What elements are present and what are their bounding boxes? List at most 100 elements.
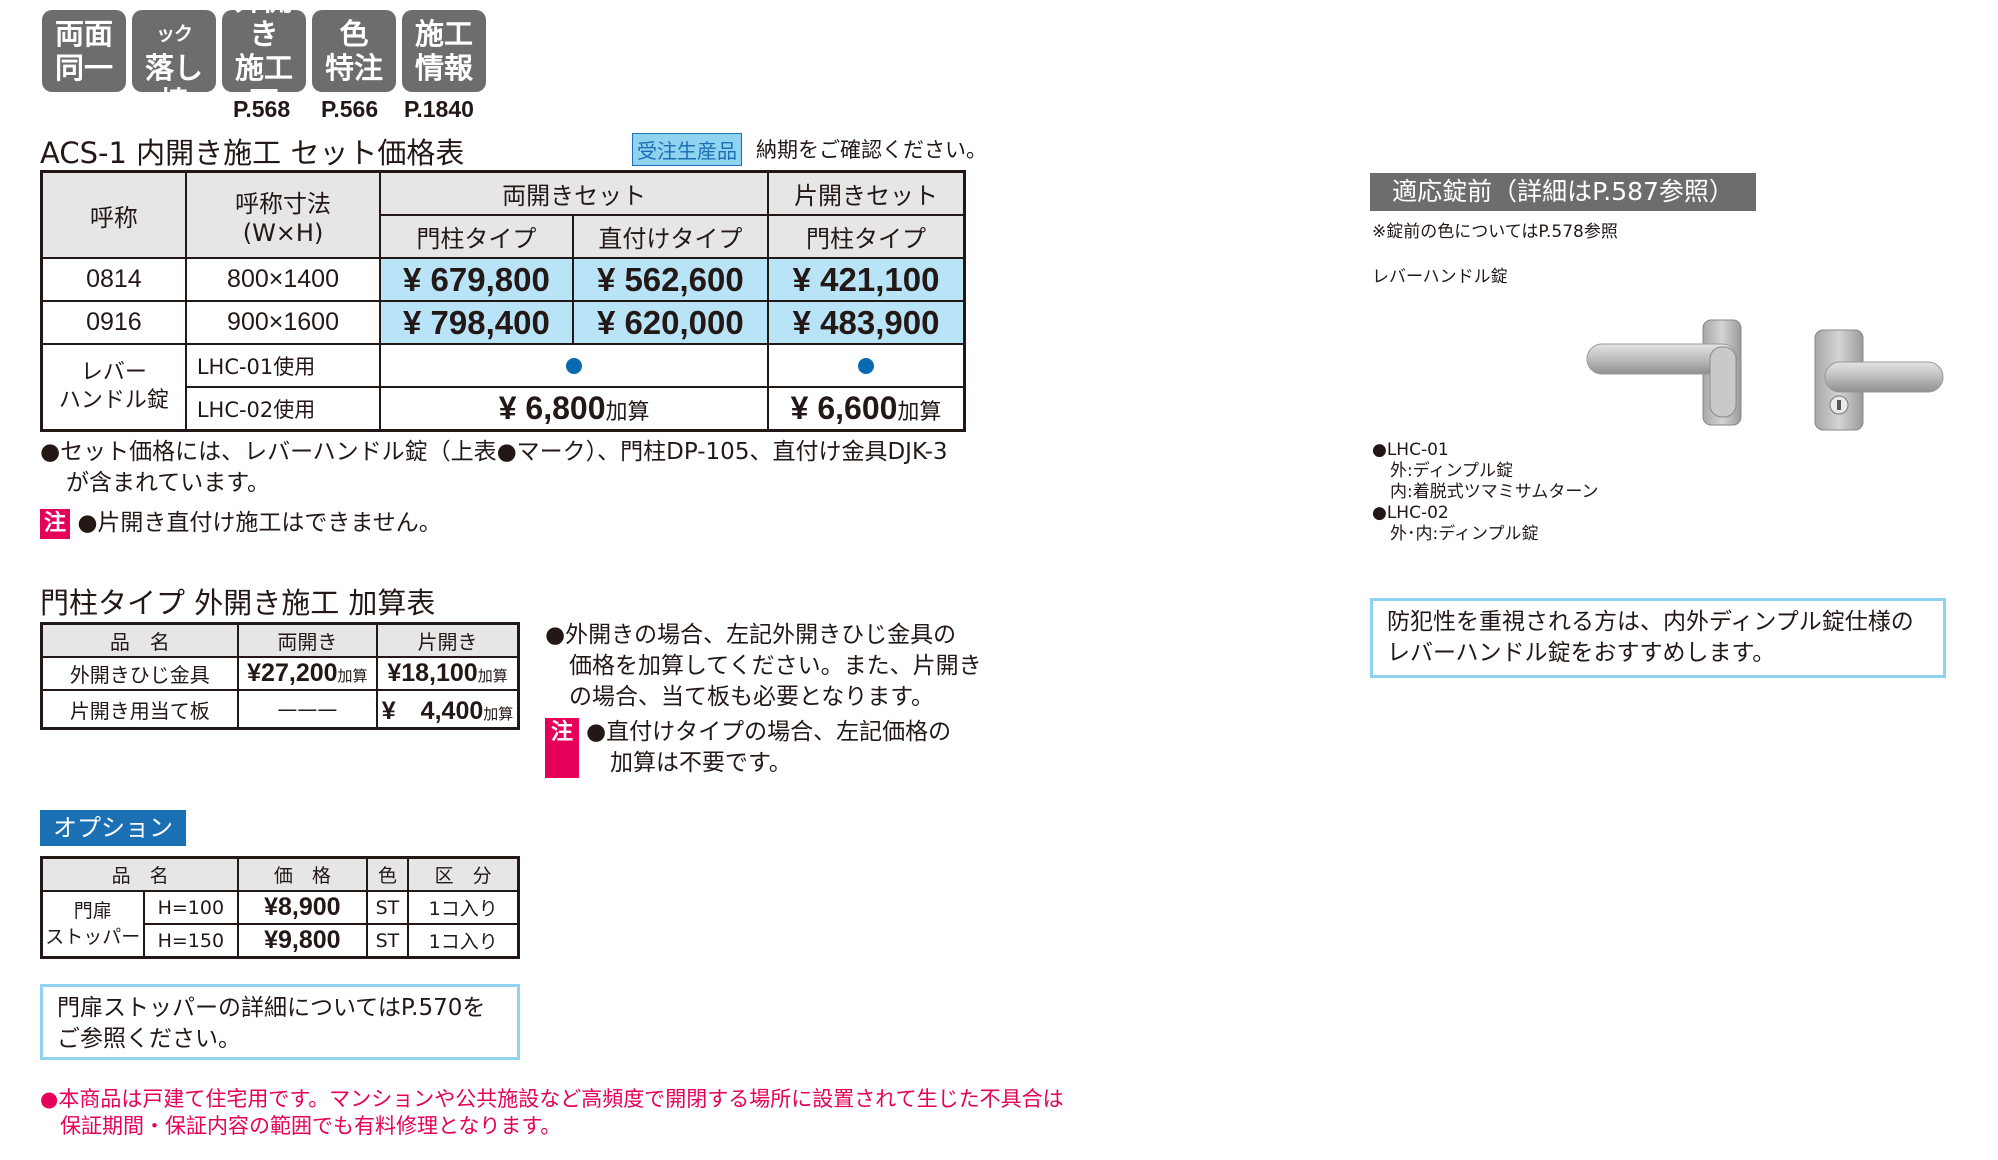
color: ST bbox=[365, 890, 410, 925]
delivery-note: 納期をご確認ください。 bbox=[756, 138, 987, 162]
table-row: 外開きひじ金具 ¥27,200加算 ¥18,100加算 bbox=[40, 656, 520, 691]
note-line: ●本商品は戸建て住宅用です。マンションや公共施設など高頻度で開閉する場所に設置さ… bbox=[40, 1087, 1064, 1111]
price-double-direct: ¥ 562,600 bbox=[571, 257, 770, 302]
item-name: 門扉 ストッパー bbox=[40, 890, 145, 959]
lhc01-double-included bbox=[379, 343, 770, 388]
kasan-label: 加算 bbox=[337, 667, 368, 685]
badge-both-sides: 両面 同一 bbox=[42, 10, 126, 92]
outward-note: ●外開きの場合、左記外開きひじ金具の 価格を加算してください。また、片開き の場… bbox=[545, 620, 985, 713]
header-size: 呼称寸法 (W×H) bbox=[184, 170, 382, 259]
included-dot-icon bbox=[566, 357, 583, 374]
header-direct-type: 直付けタイプ bbox=[571, 214, 770, 259]
badge-line2: 特注 bbox=[324, 51, 383, 85]
page-ref-construction[interactable]: P.1840 bbox=[404, 96, 474, 123]
note-line2: が含まれています。 bbox=[66, 470, 271, 496]
badge-outward-opening: 外開き 施工可 bbox=[222, 0, 306, 119]
lever-label-line2: ハンドル錠 bbox=[58, 388, 169, 413]
lever-handle-caption: レバーハンドル錠 bbox=[1372, 267, 1508, 287]
item-line2: ストッパー bbox=[45, 926, 141, 948]
badge-custom-color: 色 特注 bbox=[312, 10, 396, 92]
badge-line1: 色 bbox=[339, 17, 369, 51]
main-table-title: ACS-1 内開き施工 セット価格表 bbox=[40, 136, 465, 170]
box-line: 防犯性を重視される方は、内外ディンプル錠仕様の bbox=[1387, 609, 1914, 635]
color: ST bbox=[365, 923, 410, 959]
option-table: 品 名 価 格 色 区 分 門扉 ストッパー H=100 ¥8,900 ST 1… bbox=[40, 856, 520, 959]
caution-text: ●片開き直付け施工はできません。 bbox=[77, 510, 442, 536]
lever-handle-illustration bbox=[1586, 319, 1944, 431]
lhc02-title: ●LHC-02 bbox=[1372, 503, 1449, 523]
badge-line2: 情報 bbox=[414, 51, 473, 85]
spec: H=150 bbox=[142, 923, 240, 959]
kasan-label: 加算 bbox=[897, 400, 942, 425]
note-line: 価格を加算してください。また、片開き bbox=[569, 653, 982, 679]
price: ¥9,800 bbox=[237, 923, 368, 959]
badge-line2: 同一 bbox=[54, 51, 113, 85]
header-price: 価 格 bbox=[237, 856, 368, 892]
kasan-label: 加算 bbox=[483, 705, 514, 723]
row-size: 900×1600 bbox=[184, 300, 382, 345]
made-to-order-tag: 受注生産品 bbox=[632, 133, 742, 166]
price-value: ¥18,100 bbox=[387, 659, 478, 687]
badge-line1: 外開き bbox=[234, 0, 293, 51]
lever-handle-label: レバー ハンドル錠 bbox=[40, 343, 187, 432]
header-size-line1: 呼称寸法 bbox=[235, 189, 332, 218]
caution-icon: 注 bbox=[40, 509, 70, 539]
price-double-post: ¥ 798,400 bbox=[379, 300, 574, 345]
header-post-type: 門柱タイプ bbox=[379, 214, 574, 259]
note-line: ●外開きの場合、左記外開きひじ金具の bbox=[545, 622, 957, 648]
price: ¥8,900 bbox=[237, 890, 368, 925]
table-row: レバー ハンドル錠 LHC-01使用 bbox=[40, 343, 966, 432]
badge-line1: 両面 bbox=[54, 17, 113, 51]
price-value: ¥ 4,400 bbox=[381, 697, 484, 725]
lhc02-handle-icon bbox=[1814, 329, 1944, 431]
badge-line1: 施工 bbox=[414, 17, 473, 51]
lhc01-outside: 外:ディンプル錠 bbox=[1390, 461, 1514, 481]
page-ref-outward[interactable]: P.568 bbox=[233, 96, 290, 123]
header-post-type-single: 門柱タイプ bbox=[767, 214, 966, 259]
badge-autolock: オートロック 落し棒 bbox=[132, 0, 216, 119]
box-line: 門扉ストッパーの詳細についてはP.570を bbox=[57, 995, 486, 1021]
note-line: の場合、当て板も必要となります。 bbox=[569, 684, 935, 710]
note-line: ●直付けタイプの場合、左記価格の bbox=[586, 719, 952, 745]
header-color: 色 bbox=[365, 856, 410, 892]
header-single-set: 片開きセット bbox=[767, 170, 966, 216]
item-name: 片開き用当て板 bbox=[40, 689, 239, 730]
kasan-label: 加算 bbox=[605, 400, 650, 425]
note-line: 保証期間・保証内容の範囲でも有料修理となります。 bbox=[60, 1114, 562, 1138]
header-size-line2: (W×H) bbox=[242, 218, 324, 247]
price-value: ¥27,200 bbox=[247, 659, 338, 687]
lever-label-line1: レバー bbox=[80, 360, 147, 385]
header-double: 両開き bbox=[236, 622, 379, 658]
item-name: 外開きひじ金具 bbox=[40, 656, 239, 691]
badge-line2: 落し棒 bbox=[144, 51, 203, 119]
unit: 1コ入り bbox=[407, 890, 520, 925]
price-single-post: ¥ 421,100 bbox=[767, 257, 966, 302]
row-size: 800×1400 bbox=[184, 257, 382, 302]
option-section-tag: オプション bbox=[40, 810, 186, 846]
lhc01-title: ●LHC-01 bbox=[1372, 440, 1449, 460]
lhc01-label: LHC-01使用 bbox=[184, 343, 382, 388]
outward-table-title: 門柱タイプ 外開き施工 加算表 bbox=[40, 586, 436, 620]
lhc02-double-value: ¥ 6,800 bbox=[498, 390, 606, 426]
recommendation-box: 防犯性を重視される方は、内外ディンプル錠仕様の レバーハンドル錠をおすすめします… bbox=[1370, 598, 1946, 678]
table-row: 門扉 ストッパー H=100 ¥8,900 ST 1コ入り bbox=[40, 890, 520, 959]
set-price-table: 呼称 呼称寸法 (W×H) 両開きセット 片開きセット 門柱タイプ 直付けタイプ… bbox=[40, 170, 966, 432]
kasan-label: 加算 bbox=[477, 667, 508, 685]
table-row: 0814 800×1400 ¥ 679,800 ¥ 562,600 ¥ 421,… bbox=[40, 257, 966, 302]
set-inclusion-note: ●セット価格には、レバーハンドル錠（上表●マーク）、門柱DP-105、直付け金具… bbox=[40, 437, 980, 499]
direct-note: ●直付けタイプの場合、左記価格の 加算は不要です。 bbox=[586, 717, 986, 779]
badge-construction-info: 施工 情報 bbox=[402, 10, 486, 92]
row-name: 0814 bbox=[40, 257, 187, 302]
price-double-direct: ¥ 620,000 bbox=[571, 300, 770, 345]
price-double-post: ¥ 679,800 bbox=[379, 257, 574, 302]
note-line1: ●セット価格には、レバーハンドル錠（上表●マーク）、門柱DP-105、直付け金具… bbox=[40, 439, 948, 465]
header-single: 片開き bbox=[376, 622, 520, 658]
lhc02-double-price: ¥ 6,800加算 bbox=[379, 386, 770, 432]
item-line1: 門扉 bbox=[73, 900, 112, 922]
header-unit: 区 分 bbox=[407, 856, 520, 892]
box-line: ご参照ください。 bbox=[57, 1026, 241, 1052]
lhc01-handle-icon bbox=[1586, 319, 1742, 426]
badge-line1: オートロック bbox=[137, 0, 211, 45]
page-ref-color[interactable]: P.566 bbox=[321, 96, 378, 123]
lhc02-label: LHC-02使用 bbox=[184, 386, 382, 432]
